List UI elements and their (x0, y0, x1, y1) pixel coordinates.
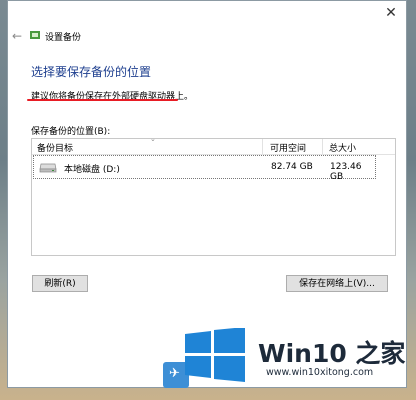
list-header: ⌄ 备份目标 可用空间 总大小 (32, 135, 395, 155)
back-arrow-icon[interactable]: ← (12, 29, 22, 43)
watermark-brand: Win10 之家 (258, 339, 406, 368)
backup-destination-list[interactable]: ⌄ 备份目标 可用空间 总大小 本地磁盘 (D:) 82.74 GB 123.4… (31, 135, 396, 256)
refresh-button[interactable]: 刷新(R) (32, 275, 88, 292)
column-header-total[interactable]: 总大小 (329, 141, 356, 154)
column-header-target[interactable]: 备份目标 (37, 141, 73, 154)
drive-name: 本地磁盘 (D:) (64, 165, 120, 175)
column-header-free[interactable]: 可用空间 (270, 141, 306, 154)
backup-app-icon (30, 31, 40, 39)
page-title: 选择要保存备份的位置 (31, 65, 152, 79)
list-item-drive-d[interactable]: 本地磁盘 (D:) 82.74 GB 123.46 GB (33, 155, 376, 182)
hard-drive-icon (39, 163, 57, 173)
column-divider[interactable] (262, 139, 263, 154)
red-underline-annotation (27, 99, 178, 101)
drive-free-space: 82.74 GB (271, 162, 313, 172)
drive-total-size: 123.46 GB (330, 162, 362, 182)
windows-logo-icon (185, 328, 245, 382)
backup-location-label: 保存备份的位置(B): (31, 127, 111, 137)
save-on-network-button[interactable]: 保存在网络上(V)... (286, 275, 388, 292)
watermark-site: www.win10xitong.com (266, 367, 374, 378)
column-divider[interactable] (322, 139, 323, 154)
sort-arrow-icon: ⌄ (150, 135, 156, 143)
close-button[interactable]: ✕ (382, 5, 400, 21)
window-title: 设置备份 (45, 33, 82, 43)
